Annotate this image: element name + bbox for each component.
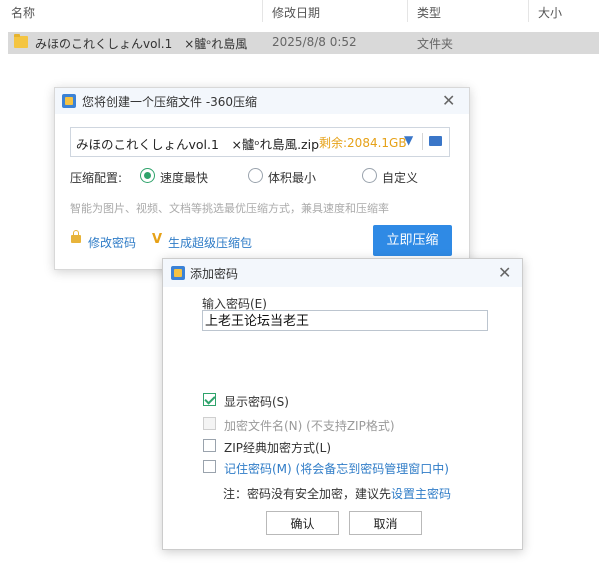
column-divider[interactable] bbox=[407, 0, 408, 22]
compress-app-icon bbox=[171, 266, 185, 280]
password-dialog-titlebar[interactable]: 添加密码 ✕ bbox=[163, 259, 522, 287]
file-name: みほのこれくしょんvol.1 ×髗ᵒれ島風 bbox=[35, 37, 248, 51]
compress-hint: 智能为图片、视频、文档等挑选最优压缩方式，兼具速度和压缩率 bbox=[70, 202, 389, 215]
close-icon[interactable]: ✕ bbox=[442, 93, 455, 109]
archive-file-name[interactable]: みほのこれくしょんvol.1 ×髗ᵒれ島風.zip bbox=[76, 134, 319, 153]
set-master-password-link[interactable]: 设置主密码 bbox=[391, 487, 451, 501]
compress-app-icon bbox=[62, 94, 76, 108]
folder-browse-icon[interactable] bbox=[429, 136, 442, 146]
column-type[interactable]: 类型 bbox=[417, 4, 441, 21]
column-size[interactable]: 大小 bbox=[538, 4, 562, 21]
remaining-space: 剩余:2084.1GB bbox=[319, 136, 407, 150]
column-name[interactable]: 名称 bbox=[11, 4, 35, 21]
password-dialog-title: 添加密码 bbox=[190, 267, 239, 281]
modify-password-link[interactable]: 修改密码 bbox=[88, 234, 136, 251]
chevron-down-icon[interactable]: ▼ bbox=[404, 133, 413, 147]
password-note-text: 注：密码没有安全加密，建议先 bbox=[223, 487, 392, 501]
password-note: 注：密码没有安全加密，建议先设置主密码 bbox=[223, 485, 451, 502]
super-compress-icon: V bbox=[152, 232, 163, 247]
password-input[interactable]: 上老王论坛当老王 bbox=[202, 310, 488, 331]
lock-icon bbox=[71, 230, 81, 243]
radio-smallest-label[interactable]: 体积最小 bbox=[268, 169, 316, 186]
compress-config-label: 压缩配置: bbox=[70, 171, 123, 185]
file-row[interactable]: みほのこれくしょんvol.1 ×髗ᵒれ島風 2025/8/8 0:52 文件夹 bbox=[8, 32, 599, 54]
encrypt-filenames-checkbox bbox=[203, 417, 216, 430]
field-divider bbox=[422, 133, 423, 150]
remember-password-checkbox[interactable] bbox=[203, 460, 216, 473]
show-password-checkbox[interactable] bbox=[203, 393, 216, 406]
radio-custom-label[interactable]: 自定义 bbox=[382, 169, 418, 186]
zip-classic-encryption-label[interactable]: ZIP经典加密方式(L) bbox=[224, 439, 331, 456]
column-modified[interactable]: 修改日期 bbox=[272, 4, 320, 21]
compress-dialog-title: 您将创建一个压缩文件 -360压缩 bbox=[82, 95, 258, 109]
password-dialog: 添加密码 ✕ 输入密码(E) 上老王论坛当老王 显示密码(S) 加密文件名(N)… bbox=[162, 258, 523, 550]
compress-now-button[interactable]: 立即压缩 bbox=[373, 225, 452, 256]
compress-dialog-titlebar[interactable]: 您将创建一个压缩文件 -360压缩 ✕ bbox=[55, 88, 469, 114]
close-icon[interactable]: ✕ bbox=[498, 265, 511, 281]
radio-fastest[interactable] bbox=[140, 168, 155, 183]
ok-button[interactable]: 确认 bbox=[266, 511, 339, 535]
radio-custom[interactable] bbox=[362, 168, 377, 183]
folder-icon bbox=[14, 34, 28, 48]
compress-dialog: 您将创建一个压缩文件 -360压缩 ✕ みほのこれくしょんvol.1 ×髗ᵒれ島… bbox=[54, 87, 470, 270]
zip-classic-encryption-checkbox[interactable] bbox=[203, 439, 216, 452]
archive-path-field[interactable]: みほのこれくしょんvol.1 ×髗ᵒれ島風.zip 剩余:2084.1GB ▼ bbox=[70, 127, 450, 157]
encrypt-filenames-label: 加密文件名(N) (不支持ZIP格式) bbox=[224, 419, 395, 433]
radio-smallest[interactable] bbox=[248, 168, 263, 183]
column-divider[interactable] bbox=[262, 0, 263, 22]
file-modified: 2025/8/8 0:52 bbox=[272, 35, 357, 49]
cancel-button[interactable]: 取消 bbox=[349, 511, 422, 535]
column-divider[interactable] bbox=[528, 0, 529, 22]
remember-password-label[interactable]: 记住密码(M) (将会备忘到密码管理窗口中) bbox=[224, 460, 449, 477]
file-type: 文件夹 bbox=[417, 37, 454, 51]
show-password-label[interactable]: 显示密码(S) bbox=[224, 393, 289, 410]
column-header: 名称 修改日期 类型 大小 bbox=[0, 0, 599, 26]
super-compress-link[interactable]: 生成超级压缩包 bbox=[168, 234, 252, 251]
radio-fastest-label[interactable]: 速度最快 bbox=[160, 169, 208, 186]
